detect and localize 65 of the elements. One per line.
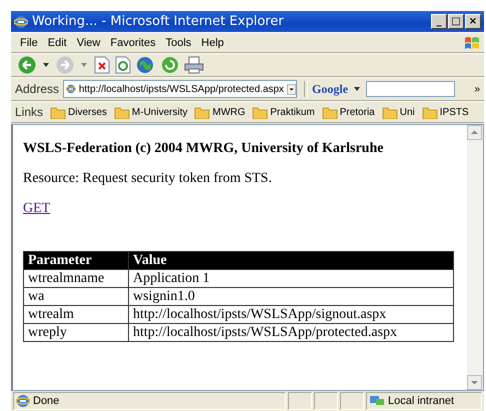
scrollbar[interactable] xyxy=(467,125,483,390)
link-folder[interactable]: Pretoria xyxy=(322,105,375,119)
status-pane xyxy=(340,392,364,410)
menu-item[interactable]: File xyxy=(20,36,38,48)
table-cell: wtrealmname xyxy=(24,270,128,288)
printer-icon[interactable] xyxy=(184,56,204,74)
folder-icon xyxy=(422,105,438,119)
table-cell: wa xyxy=(24,288,128,306)
status-text: Done xyxy=(33,395,60,407)
browser-icon xyxy=(14,14,28,28)
window-title: Working... - Microsoft Internet Explorer xyxy=(32,14,285,29)
menu-item[interactable]: Tools xyxy=(166,36,192,48)
folder-icon xyxy=(382,105,398,119)
scroll-down-icon[interactable] xyxy=(467,375,482,390)
google-toolbar-button[interactable]: Google xyxy=(312,82,348,96)
folder-icon xyxy=(194,105,210,119)
link-folder[interactable]: Uni xyxy=(382,105,415,119)
menu-item[interactable]: View xyxy=(76,36,100,48)
address-label: Address xyxy=(15,82,60,96)
page-icon xyxy=(16,394,30,408)
search-field[interactable] xyxy=(366,81,456,97)
column-header: Parameter xyxy=(24,252,128,270)
get-link[interactable]: GET xyxy=(23,201,50,217)
stop-icon[interactable] xyxy=(94,56,110,74)
table-cell: wsignin1.0 xyxy=(128,288,454,306)
link-folder[interactable]: M-University xyxy=(114,105,188,119)
link-folder[interactable]: IPSTS xyxy=(422,105,469,119)
minimize-button[interactable]: _ xyxy=(431,14,447,29)
status-pane xyxy=(288,392,312,410)
windows-logo-icon xyxy=(464,34,480,50)
table-cell: wreply xyxy=(24,324,128,342)
page-icon xyxy=(66,82,76,96)
address-field[interactable]: http://localhost/ipsts/WSLSApp/protected.aspx xyxy=(63,80,298,98)
page-heading: WSLS-Federation (c) 2004 MWRG, University of Karlsruhe xyxy=(23,141,384,157)
table-cell: http://localhost/ipsts/WSLSApp/signout.aspx xyxy=(128,306,454,324)
link-folder[interactable]: Praktikum xyxy=(252,105,315,119)
maximize-button[interactable]: □ xyxy=(448,14,464,29)
globe-icon[interactable] xyxy=(136,56,156,74)
menu-item[interactable]: Help xyxy=(201,36,224,48)
network-icon xyxy=(369,394,385,408)
back-icon[interactable] xyxy=(18,56,36,74)
column-header: Value xyxy=(128,252,454,270)
menu-item[interactable]: Edit xyxy=(48,36,67,48)
folder-icon xyxy=(114,105,130,119)
menu-item[interactable]: Favorites xyxy=(110,36,156,48)
folder-icon xyxy=(50,105,66,119)
zone-text: Local intranet xyxy=(388,395,454,407)
table-cell: Application 1 xyxy=(128,270,454,288)
refresh-icon[interactable] xyxy=(115,56,131,74)
table-cell: wtrealm xyxy=(24,306,128,324)
scroll-up-icon[interactable] xyxy=(467,125,482,140)
folder-icon xyxy=(322,105,338,119)
table-cell: http://localhost/ipsts/WSLSApp/protected.aspx xyxy=(128,324,454,342)
close-button[interactable]: × xyxy=(465,14,481,29)
page-text: Resource: Request security token from STS. xyxy=(23,171,273,187)
dropdown-icon[interactable] xyxy=(286,82,296,96)
forward-icon[interactable] xyxy=(56,56,74,74)
link-folder[interactable]: Diverses xyxy=(50,105,107,119)
links-label: Links xyxy=(15,105,44,119)
status-pane xyxy=(314,392,338,410)
dropdown-caret-icon[interactable] xyxy=(43,63,49,67)
dropdown-caret-icon[interactable] xyxy=(354,87,360,91)
link-folder[interactable]: MWRG xyxy=(194,105,246,119)
folder-icon xyxy=(252,105,268,119)
more-button[interactable]: » xyxy=(474,84,480,94)
